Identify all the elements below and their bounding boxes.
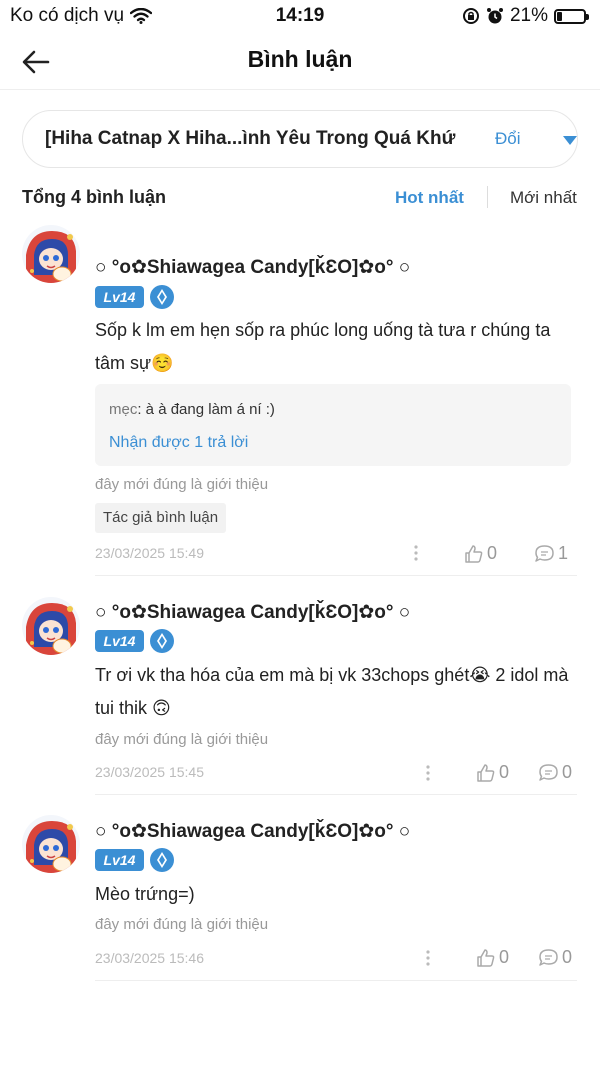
comment-divider <box>95 575 577 576</box>
status-right-group: 21% <box>462 5 589 27</box>
comment-text[interactable]: Tr ơi vk tha hóa của em mà bị vk 33chops… <box>95 659 585 725</box>
reply-count: 1 <box>558 543 569 563</box>
source-note: đây mới đúng là giới thiệu <box>95 731 269 748</box>
battery-icon <box>554 8 589 24</box>
like-count: 0 <box>499 762 510 782</box>
level-badge: Lv14 <box>95 630 144 652</box>
caret-down-icon[interactable] <box>563 136 577 145</box>
level-badge: Lv14 <box>95 286 144 308</box>
username[interactable]: ○ °o✿Shiawagea Candy[ǩƐO]✿o° ○ <box>95 820 410 843</box>
comment-divider <box>95 794 577 795</box>
sort-new-tab[interactable]: Mới nhất <box>510 188 577 208</box>
source-note: đây mới đúng là giới thiệu <box>95 476 269 493</box>
reply-button[interactable]: 0 <box>538 762 572 783</box>
more-options-icon[interactable] <box>425 764 431 782</box>
medal-icon <box>150 848 174 872</box>
like-button[interactable]: 0 <box>476 947 509 968</box>
comment-bubble-icon <box>539 948 558 966</box>
comment-text[interactable]: Mèo trứng=) <box>95 878 585 911</box>
like-count: 0 <box>487 543 498 563</box>
reply-button[interactable]: 1 <box>534 543 568 564</box>
avatar[interactable] <box>22 225 80 283</box>
reply-count: 0 <box>562 947 573 967</box>
work-selector[interactable]: [Hiha Catnap X Hiha...ình Yêu Trong Quá … <box>22 110 578 168</box>
status-bar: Ko có dịch vụ 14:19 21% <box>0 0 600 32</box>
medal-icon <box>150 629 174 653</box>
avatar[interactable] <box>22 815 80 873</box>
reply-author: mẹc <box>109 401 138 418</box>
thumbs-up-icon <box>465 544 483 563</box>
change-work-button[interactable]: Đổi <box>495 129 521 149</box>
comment-date: 23/03/2025 15:45 <box>95 764 204 780</box>
sort-hot-tab[interactable]: Hot nhất <box>395 188 464 208</box>
orientation-lock-icon <box>462 8 479 24</box>
like-button[interactable]: 0 <box>464 543 497 564</box>
thumbs-up-icon <box>477 763 495 782</box>
avatar[interactable] <box>22 597 80 655</box>
view-replies-link[interactable]: Nhận được 1 trả lời <box>109 434 248 452</box>
comment-date: 23/03/2025 15:49 <box>95 545 204 561</box>
comment-bubble-icon <box>539 763 558 781</box>
comment-count: Tổng 4 bình luận <box>22 187 166 207</box>
more-options-icon[interactable] <box>425 949 431 967</box>
battery-fill <box>557 11 562 21</box>
nav-bar: Bình luận <box>0 32 600 90</box>
comment-divider <box>95 980 577 981</box>
reply-text: : à à đang làm á ní :) <box>137 401 275 418</box>
sort-divider <box>487 186 488 208</box>
like-count: 0 <box>499 947 510 967</box>
reply-count: 0 <box>562 762 573 782</box>
user-badges: Lv14 <box>95 285 174 309</box>
username[interactable]: ○ °o✿Shiawagea Candy[ǩƐO]✿o° ○ <box>95 601 410 624</box>
like-button[interactable]: 0 <box>476 762 509 783</box>
battery-percent: 21% <box>509 5 548 26</box>
level-badge: Lv14 <box>95 849 144 871</box>
alarm-icon <box>486 8 503 24</box>
more-options-icon[interactable] <box>413 544 419 562</box>
reply-line: mẹc: à à đang làm á ní :) <box>109 401 275 418</box>
username[interactable]: ○ °o✿Shiawagea Candy[ǩƐO]✿o° ○ <box>95 256 410 279</box>
comment-text[interactable]: Sốp k lm em hẹn sốp ra phúc long uống tà… <box>95 314 585 380</box>
comment-summary: Tổng 4 bình luận Hot nhất Mới nhất <box>22 185 578 211</box>
comment-date: 23/03/2025 15:46 <box>95 950 204 966</box>
thumbs-up-icon <box>477 948 495 967</box>
reply-button[interactable]: 0 <box>538 947 572 968</box>
work-title: [Hiha Catnap X Hiha...ình Yêu Trong Quá … <box>45 128 456 149</box>
reply-preview[interactable]: mẹc: à à đang làm á ní :) Nhận được 1 tr… <box>95 384 571 466</box>
author-tag: Tác giả bình luận <box>95 503 227 533</box>
medal-icon <box>150 285 174 309</box>
page-title: Bình luận <box>247 46 353 72</box>
comment-bubble-icon <box>535 544 554 562</box>
user-badges: Lv14 <box>95 629 174 653</box>
user-badges: Lv14 <box>95 848 174 872</box>
source-note: đây mới đúng là giới thiệu <box>95 916 269 933</box>
